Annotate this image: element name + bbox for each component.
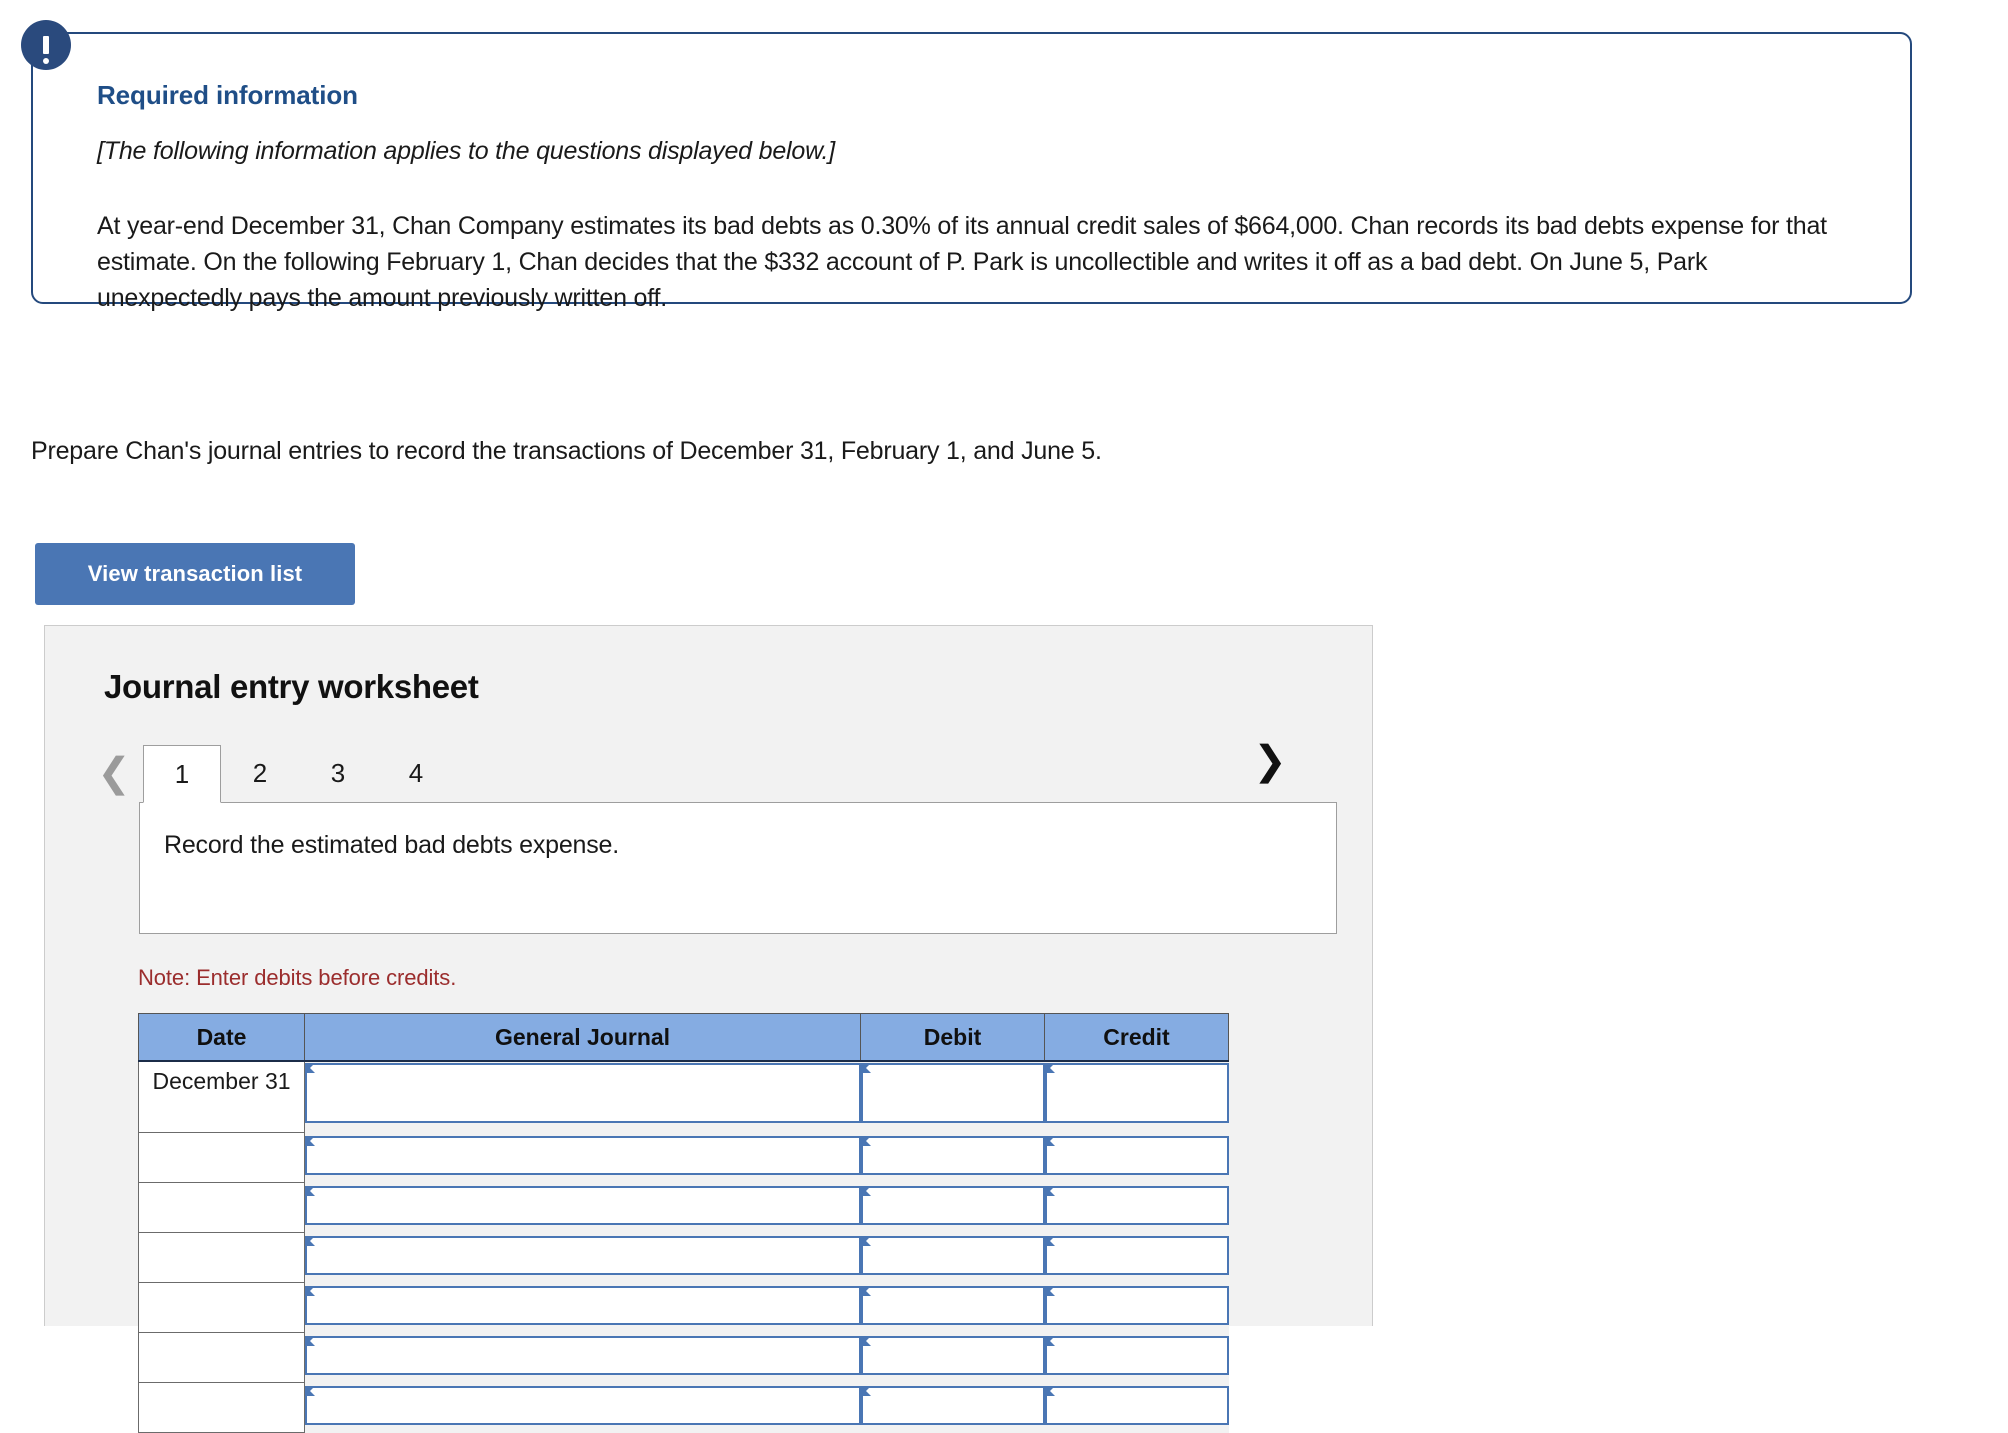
cell-marker-icon: [305, 1185, 315, 1196]
alert-box: Required information [The following info…: [31, 32, 1912, 312]
tab-1-label: 1: [174, 758, 190, 789]
cell-marker-icon: [860, 1385, 871, 1396]
credit-input-4[interactable]: [1044, 1232, 1229, 1283]
cell-marker-icon: [305, 1235, 315, 1246]
table-row: [138, 1382, 1229, 1433]
debit-input-1[interactable]: [860, 1061, 1045, 1133]
column-header-general-journal: General Journal: [304, 1013, 861, 1062]
credit-input-6[interactable]: [1044, 1332, 1229, 1383]
entry-description-box: Record the estimated bad debts expense.: [139, 802, 1337, 934]
chevron-right-icon[interactable]: ❯: [1241, 732, 1299, 790]
table-row: [138, 1282, 1229, 1333]
general-journal-input-6[interactable]: [304, 1332, 861, 1383]
general-journal-input-5[interactable]: [304, 1282, 861, 1333]
date-cell-4[interactable]: [138, 1232, 305, 1283]
worksheet-tab-strip: ❮ 1 2 3 4 ❯: [85, 736, 1335, 803]
table-row: [138, 1232, 1229, 1283]
cell-marker-icon: [1044, 1235, 1055, 1246]
alert-title: Required information: [97, 80, 358, 110]
credit-input-5[interactable]: [1044, 1282, 1229, 1333]
cell-marker-icon: [860, 1063, 871, 1073]
tab-3-label: 3: [330, 757, 346, 788]
cell-marker-icon: [305, 1285, 315, 1296]
tab-4[interactable]: 4: [377, 744, 455, 802]
cell-marker-icon: [1044, 1135, 1055, 1146]
cell-marker-icon: [305, 1135, 315, 1146]
column-header-credit: Credit: [1044, 1013, 1229, 1062]
debit-input-5[interactable]: [860, 1282, 1045, 1333]
cell-marker-icon: [860, 1185, 871, 1196]
table-row: [138, 1182, 1229, 1233]
debit-input-4[interactable]: [860, 1232, 1045, 1283]
debits-before-credits-note: Note: Enter debits before credits.: [138, 965, 457, 990]
credit-input-7[interactable]: [1044, 1382, 1229, 1433]
general-journal-input-7[interactable]: [304, 1382, 861, 1433]
cell-marker-icon: [305, 1063, 315, 1073]
tab-3[interactable]: 3: [299, 744, 377, 802]
entry-description-text: Record the estimated bad debts expense.: [164, 831, 619, 859]
cell-marker-icon: [1044, 1285, 1055, 1296]
date-cell-7[interactable]: [138, 1382, 305, 1433]
general-journal-input-4[interactable]: [304, 1232, 861, 1283]
tab-1[interactable]: 1: [143, 745, 221, 803]
cell-marker-icon: [860, 1335, 871, 1346]
credit-input-1[interactable]: [1044, 1061, 1229, 1133]
journal-entry-worksheet-panel: Journal entry worksheet ❮ 1 2 3 4 ❯ Reco…: [44, 625, 1373, 1433]
general-journal-input-3[interactable]: [304, 1182, 861, 1233]
alert-subtitle: [The following information applies to th…: [97, 137, 836, 165]
column-header-date: Date: [138, 1013, 305, 1062]
credit-input-3[interactable]: [1044, 1182, 1229, 1233]
table-row: [138, 1332, 1229, 1383]
table-row: December 31: [138, 1061, 1229, 1133]
column-header-debit: Debit: [860, 1013, 1045, 1062]
required-information-alert: Required information [The following info…: [21, 20, 1912, 312]
cell-marker-icon: [305, 1335, 315, 1346]
date-cell-2[interactable]: [138, 1132, 305, 1183]
exclamation-icon: [21, 20, 71, 70]
alert-body-text: At year-end December 31, Chan Company es…: [97, 212, 1827, 312]
tab-2-label: 2: [252, 757, 268, 788]
chevron-left-icon[interactable]: ❮: [85, 744, 143, 802]
debit-input-7[interactable]: [860, 1382, 1045, 1433]
page-prompt: Prepare Chan's journal entries to record…: [31, 437, 1102, 465]
cell-marker-icon: [860, 1285, 871, 1296]
date-cell-5[interactable]: [138, 1282, 305, 1333]
cell-marker-icon: [860, 1235, 871, 1246]
general-journal-input-2[interactable]: [304, 1132, 861, 1183]
debit-input-2[interactable]: [860, 1132, 1045, 1183]
date-cell-3[interactable]: [138, 1182, 305, 1233]
journal-entry-table: Date General Journal Debit Credit Decemb…: [138, 1013, 1229, 1433]
cell-marker-icon: [305, 1385, 315, 1396]
table-header-row: Date General Journal Debit Credit: [138, 1013, 1229, 1062]
cell-marker-icon: [1044, 1335, 1055, 1346]
cell-marker-icon: [1044, 1385, 1055, 1396]
debit-input-6[interactable]: [860, 1332, 1045, 1383]
cell-marker-icon: [1044, 1063, 1055, 1073]
tab-4-label: 4: [408, 757, 424, 788]
debit-input-3[interactable]: [860, 1182, 1045, 1233]
table-row: [138, 1132, 1229, 1183]
date-cell-1[interactable]: December 31: [138, 1061, 305, 1133]
cell-marker-icon: [1044, 1185, 1055, 1196]
worksheet-title: Journal entry worksheet: [104, 668, 479, 705]
credit-input-2[interactable]: [1044, 1132, 1229, 1183]
cell-marker-icon: [860, 1135, 871, 1146]
date-cell-6[interactable]: [138, 1332, 305, 1383]
tab-2[interactable]: 2: [221, 744, 299, 802]
general-journal-input-1[interactable]: [304, 1061, 861, 1133]
view-transaction-list-button[interactable]: View transaction list: [35, 543, 355, 605]
